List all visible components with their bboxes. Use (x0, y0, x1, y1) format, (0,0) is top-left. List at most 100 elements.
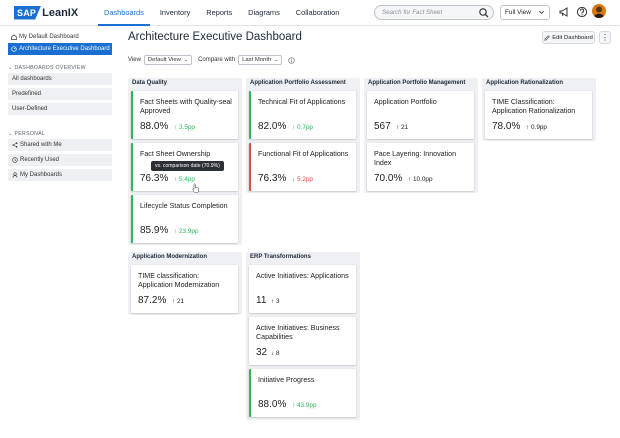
kpi-delta: ↑ 43.9pp (292, 402, 317, 409)
view-filter-value: Default View (147, 57, 181, 63)
kpi-delta: ↑ 5.4pp (174, 176, 195, 183)
sidebar-section-overview[interactable]: ⌄ DASHBOARDS OVERVIEW (8, 65, 112, 71)
view-filter-label: View (128, 57, 141, 63)
group-title: Application Portfolio Management (368, 80, 466, 86)
search-input[interactable]: Search for Fact Sheet (374, 5, 494, 20)
kpi-card-active-initiatives-applications[interactable]: Active Initiatives: Applications 11 ↑ 3 (249, 265, 356, 313)
filter-bar: View Default View ⌄ Compare with Last Mon… (128, 55, 296, 65)
info-icon[interactable] (288, 56, 296, 64)
kpi-delta-value: 21 (400, 124, 409, 131)
kpi-card-technical-fit[interactable]: Technical Fit of Applications 82.0% ↑ 0.… (249, 91, 356, 139)
kpi-title: Active Initiatives: Applications (256, 272, 349, 280)
edit-dashboard-button[interactable]: Edit Dashboard (542, 31, 595, 44)
chevron-down-icon (539, 10, 544, 14)
kpi-value: 88.0% (140, 121, 169, 132)
nav-reports[interactable]: Reports (200, 0, 238, 26)
sidebar-section-personal[interactable]: ⌄ PERSONAL (8, 131, 112, 137)
sidebar-item-label: My Dashboards (20, 172, 63, 178)
kpi-title: TIME classification: Application Moderni… (138, 272, 220, 289)
announcement-icon[interactable] (558, 6, 570, 18)
kpi-delta: ↑ 23.9pp (174, 228, 199, 235)
search-placeholder: Search for Fact Sheet (382, 9, 443, 16)
sidebar-item-label: My Default Dashboard (19, 33, 79, 40)
group-title: Application Portfolio Assessment (250, 80, 346, 86)
chevron-down-icon: ⌄ (274, 57, 279, 63)
search-icon[interactable] (478, 7, 490, 19)
kpi-delta: ↓ 5.2pp (292, 176, 313, 183)
kpi-delta-value: 5.2pp (296, 176, 313, 183)
section-title: DASHBOARDS OVERVIEW (14, 65, 86, 71)
kpi-value: 82.0% (258, 121, 287, 132)
sidebar-item-label: Architecture Executive Dashboard (19, 46, 110, 52)
leanix-wordmark: LeanIX (42, 6, 79, 19)
kpi-delta-value: 8 (275, 350, 280, 357)
view-select[interactable]: Full View (500, 5, 550, 20)
nav-inventory[interactable]: Inventory (154, 0, 196, 26)
user-icon (12, 172, 18, 178)
kpi-delta-value: 0.7pp (296, 124, 313, 131)
kpi-title: Lifecycle Status Completion (140, 202, 228, 210)
kpi-delta: ↑ 21 (396, 124, 408, 131)
kpi-delta: ↑ 0.7pp (292, 124, 313, 131)
chevron-down-icon: ⌄ (8, 131, 13, 137)
kpi-card-lifecycle-status[interactable]: Lifecycle Status Completion 85.9% ↑ 23.9… (131, 195, 238, 243)
nav-diagrams[interactable]: Diagrams (242, 0, 286, 26)
kpi-value: 85.9% (140, 225, 169, 236)
kpi-title: Initiative Progress (258, 376, 315, 384)
sidebar-item-user-defined[interactable]: User-Defined (8, 103, 112, 115)
edit-dashboard-label: Edit Dashboard (552, 34, 593, 41)
section-title: PERSONAL (14, 131, 46, 137)
view-filter-select[interactable]: Default View ⌄ (143, 55, 193, 65)
kpi-title: Functional Fit of Applications (258, 150, 349, 158)
pencil-icon (544, 34, 550, 41)
kpi-card-quality-seal[interactable]: Fact Sheets with Quality-seal Approved 8… (131, 91, 238, 139)
kpi-delta: ↑ 21 (172, 298, 184, 305)
kpi-value: 76.3% (258, 173, 287, 184)
sidebar-my-default-dashboard[interactable]: My Default Dashboard (8, 30, 112, 43)
kpi-value: 567 (374, 121, 391, 132)
nav-collaboration[interactable]: Collaboration (290, 0, 346, 26)
kpi-card-time-classification-modernization[interactable]: TIME classification: Application Moderni… (131, 265, 238, 313)
sidebar-architecture-executive-dashboard[interactable]: Architecture Executive Dashboard (8, 43, 112, 55)
compare-filter-label: Compare with (198, 57, 236, 63)
sidebar-item-my-dashboards[interactable]: My Dashboards (8, 169, 112, 181)
nav-dashboards[interactable]: Dashboards (98, 0, 150, 26)
sidebar-item-shared-with-me[interactable]: Shared with Me (8, 139, 112, 151)
sidebar-item-recently-used[interactable]: Recently Used (8, 154, 112, 166)
kpi-delta: ↓ 8 (271, 350, 280, 357)
kpi-card-functional-fit[interactable]: Functional Fit of Applications 76.3% ↓ 5… (249, 143, 356, 191)
user-avatar[interactable] (592, 4, 606, 18)
kpi-delta-value: 10.0pp (412, 176, 433, 183)
compare-filter-select[interactable]: Last Month ⌄ (238, 55, 283, 65)
leanix-logo[interactable]: SAP LeanIX (14, 5, 78, 20)
clock-icon (12, 157, 18, 163)
home-icon (11, 33, 17, 40)
kpi-card-initiative-progress[interactable]: Initiative Progress 88.0% ↑ 43.9pp (249, 369, 356, 417)
kpi-delta-value: 5.4pp (178, 176, 195, 183)
chevron-down-icon: ⌄ (8, 65, 13, 71)
compare-filter-value: Last Month (242, 57, 272, 63)
sidebar-item-predefined[interactable]: Predefined (8, 88, 112, 100)
kpi-card-time-classification-rationalization[interactable]: TIME Classification: Application Rationa… (485, 91, 592, 139)
top-bar: SAP LeanIX Dashboards Inventory Reports … (0, 0, 620, 26)
kpi-delta-value: 23.9pp (178, 228, 199, 235)
kpi-delta: ↑ 3 (271, 298, 280, 305)
kpi-title: Fact Sheet Ownership (140, 150, 211, 158)
kpi-delta: ↑ 0.9pp (526, 124, 547, 131)
group-title: ERP Transformations (250, 254, 311, 260)
kpi-card-pace-layering[interactable]: Pace Layering: Innovation Index 70.0% ↑ … (367, 143, 474, 191)
page-title: Architecture Executive Dashboard (128, 31, 302, 43)
kpi-card-application-portfolio[interactable]: Application Portfolio 567 ↑ 21 (367, 91, 474, 139)
sidebar-item-all-dashboards[interactable]: All dashboards (8, 73, 112, 85)
help-icon[interactable] (576, 6, 588, 18)
kpi-value: 87.2% (138, 295, 167, 306)
kpi-title: TIME Classification: Application Rationa… (492, 98, 576, 115)
sidebar: My Default Dashboard Architecture Execut… (8, 30, 112, 184)
avatar-image (593, 6, 605, 18)
chevron-down-icon: ⌄ (183, 57, 189, 63)
more-options-button[interactable]: ⋮ (599, 31, 611, 44)
kpi-delta-value: 21 (176, 298, 185, 305)
dashboard-icon (11, 46, 17, 52)
kpi-value: 78.0% (492, 121, 521, 132)
kpi-card-active-initiatives-business-capabilities[interactable]: Active Initiatives: Business Capabilitie… (249, 317, 356, 365)
